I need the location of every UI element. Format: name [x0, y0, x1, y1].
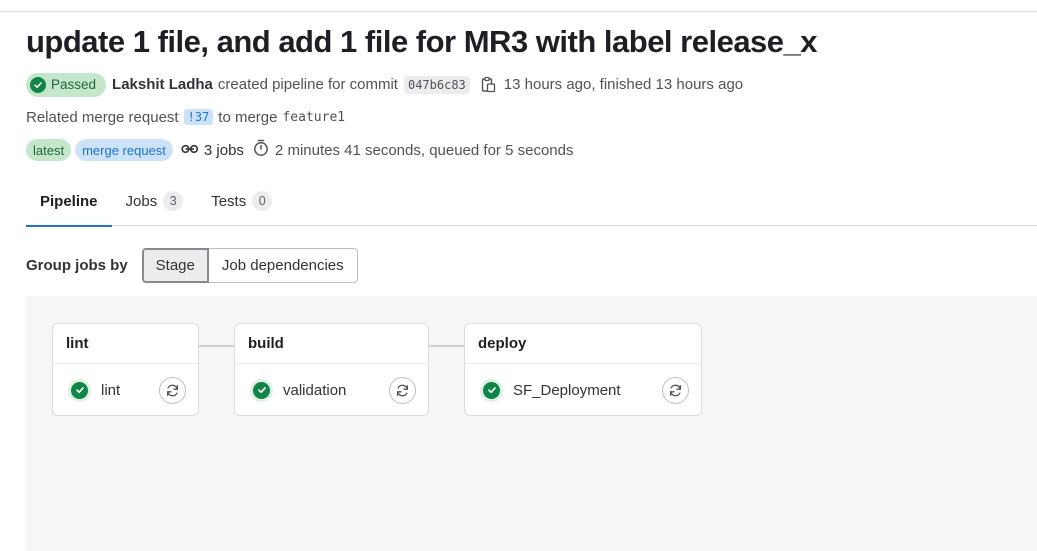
job-success-icon — [68, 378, 91, 402]
author-link[interactable]: Lakshit Ladha — [112, 76, 213, 93]
tab-label: Jobs — [125, 192, 158, 210]
status-badge[interactable]: Passed — [26, 72, 107, 97]
time-text: 13 hours ago, finished 13 hours ago — [503, 76, 744, 93]
job-name: lint — [101, 381, 121, 399]
status-success-icon — [30, 76, 46, 93]
pipeline-summary: Passed Lakshit Ladha created pipeline fo… — [26, 72, 743, 97]
jobs-count-text: 3 jobs — [203, 141, 244, 159]
pipeline-graph: lint lint build validation deploy SF_Dep… — [26, 296, 1037, 551]
latest-badge: latest — [26, 139, 72, 161]
duration-text: 2 minutes 41 seconds, queued for 5 secon… — [274, 141, 574, 159]
jobs-count: 3 jobs — [181, 142, 244, 159]
timer-icon — [253, 139, 269, 161]
top-divider — [0, 11, 1037, 12]
tab-label: Pipeline — [40, 192, 98, 210]
tab-pipeline[interactable]: Pipeline — [26, 176, 112, 227]
pipeline-jobs-icon — [181, 142, 199, 159]
group-jobs-label: Group jobs by — [26, 257, 128, 274]
job-lint[interactable]: lint — [53, 364, 198, 416]
stage-connector — [199, 345, 235, 347]
group-by-toggle: Stage Job dependencies — [141, 248, 358, 283]
tab-jobs[interactable]: Jobs 3 — [112, 176, 198, 226]
page-title: update 1 file, and add 1 file for MR3 wi… — [26, 24, 818, 59]
tests-count-badge: 0 — [252, 191, 273, 211]
jobs-count-badge: 3 — [163, 191, 184, 211]
stage-connector — [429, 345, 465, 347]
job-sf-deployment[interactable]: SF_Deployment — [465, 364, 701, 416]
stage-build: build validation — [234, 323, 429, 416]
branch-name[interactable]: feature1 — [282, 110, 345, 125]
merge-request-link[interactable]: !37 — [183, 109, 214, 125]
retry-icon[interactable] — [389, 376, 416, 404]
commit-sha-link[interactable]: 047b6c83 — [403, 75, 470, 94]
related-merge-request-row: Related merge request !37 to merge featu… — [26, 106, 345, 128]
job-name: validation — [283, 381, 347, 399]
job-success-icon — [250, 378, 273, 402]
created-text: created pipeline for commit — [217, 76, 398, 93]
merge-request-badge: merge request — [75, 139, 173, 161]
stage-title: deploy — [465, 324, 701, 364]
job-name: SF_Deployment — [513, 381, 621, 399]
tab-tests[interactable]: Tests 0 — [197, 176, 286, 226]
group-jobs-by: Group jobs by Stage Job dependencies — [26, 248, 358, 283]
stage-lint: lint lint — [52, 323, 199, 416]
retry-icon[interactable] — [662, 376, 689, 404]
duration: 2 minutes 41 seconds, queued for 5 secon… — [253, 139, 574, 161]
job-validation[interactable]: validation — [235, 364, 428, 416]
job-success-icon — [480, 378, 503, 402]
group-by-job-dependencies-button[interactable]: Job dependencies — [208, 248, 358, 283]
stage-deploy: deploy SF_Deployment — [464, 323, 702, 416]
related-text: Related merge request — [26, 108, 179, 126]
pipeline-tabs: Pipeline Jobs 3 Tests 0 — [26, 176, 1037, 227]
to-merge-text: to merge — [218, 108, 278, 126]
copy-icon[interactable] — [480, 76, 496, 93]
retry-icon[interactable] — [159, 376, 186, 404]
stage-title: build — [235, 324, 428, 364]
group-by-stage-button[interactable]: Stage — [141, 248, 209, 283]
tab-label: Tests — [211, 192, 247, 210]
stage-title: lint — [53, 324, 198, 364]
pipeline-badges-row: latest merge request 3 jobs 2 minutes 41… — [26, 138, 573, 162]
status-label: Passed — [51, 77, 97, 92]
